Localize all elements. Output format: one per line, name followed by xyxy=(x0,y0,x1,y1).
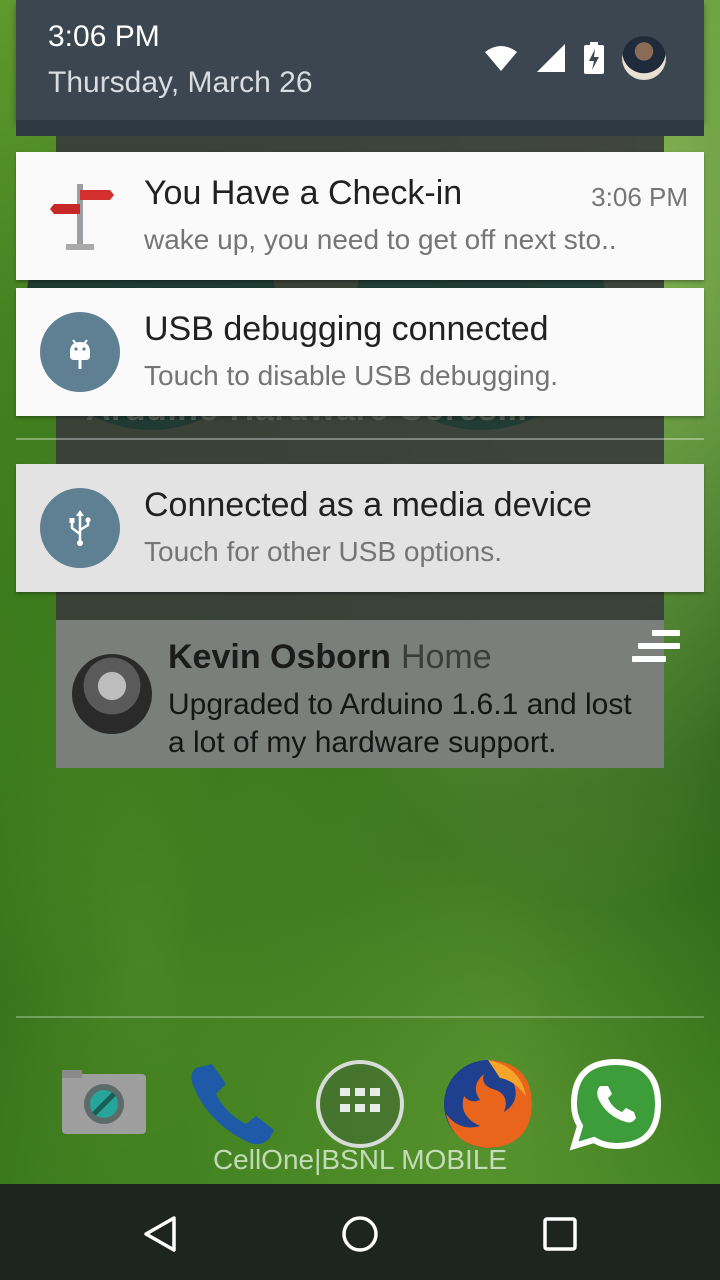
notification-text: Touch to disable USB debugging. xyxy=(144,360,559,391)
date-label: Thursday, March 26 xyxy=(48,66,313,99)
notification-checkin[interactable]: You Have a Check-in 3:06 PM wake up, you… xyxy=(16,152,704,280)
post-header: Kevin Osborn Home xyxy=(168,638,492,677)
post-author: Kevin Osborn xyxy=(168,638,391,676)
firefox-icon[interactable] xyxy=(440,1056,536,1157)
notification-title: You Have a Check-in xyxy=(144,174,463,212)
post-text: Upgraded to Arduino 1.6.1 and lost a lot… xyxy=(168,688,632,759)
shade-header-shadow xyxy=(16,120,704,136)
background-post[interactable]: Kevin Osborn Home Upgraded to Arduino 1.6… xyxy=(56,620,680,768)
menu-icon[interactable] xyxy=(632,630,682,670)
notification-media-device[interactable]: Connected as a media device Touch for ot… xyxy=(16,464,704,592)
camera-icon[interactable] xyxy=(60,1068,148,1143)
notification-divider xyxy=(16,438,704,440)
app-drawer-icon[interactable] xyxy=(314,1058,406,1155)
recents-icon[interactable] xyxy=(538,1212,582,1256)
whatsapp-icon[interactable] xyxy=(568,1056,664,1157)
notification-shade-header[interactable]: 3:06 PM Thursday, March 26 xyxy=(16,0,704,136)
notification-time: 3:06 PM xyxy=(591,182,688,212)
phone-icon[interactable] xyxy=(186,1058,278,1155)
dock-divider xyxy=(16,1016,704,1018)
carrier-label: CellOne|BSNL MOBILE xyxy=(212,1144,508,1175)
navigation-bar xyxy=(0,1184,720,1280)
post-location: Home xyxy=(400,638,492,676)
signpost-icon xyxy=(50,184,114,250)
clock: 3:06 PM xyxy=(48,20,160,53)
notification-title: USB debugging connected xyxy=(144,310,549,348)
usb-icon xyxy=(40,488,120,568)
user-avatar[interactable] xyxy=(622,36,666,80)
notification-title: Connected as a media device xyxy=(144,486,592,524)
cell-signal-icon xyxy=(537,44,565,72)
back-icon[interactable] xyxy=(138,1212,182,1256)
home-icon[interactable] xyxy=(338,1212,382,1256)
wifi-icon xyxy=(485,46,517,71)
author-avatar xyxy=(72,654,152,734)
battery-charging-icon xyxy=(584,42,604,74)
android-debug-icon xyxy=(40,312,120,392)
notification-text: Touch for other USB options. xyxy=(144,536,502,567)
notification-usb-debugging[interactable]: USB debugging connected Touch to disable… xyxy=(16,288,704,416)
notification-text: wake up, you need to get off next sto.. xyxy=(144,224,617,255)
status-icons xyxy=(484,36,666,80)
